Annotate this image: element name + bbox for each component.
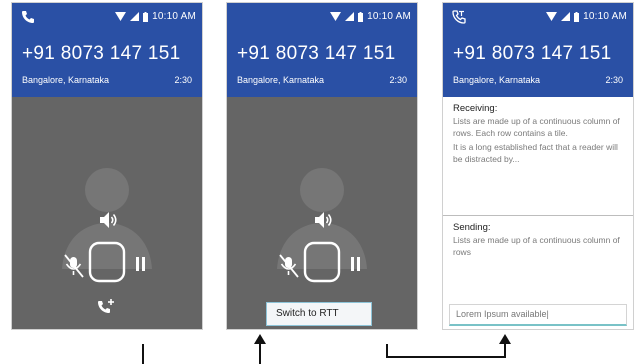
receiving-message: It is a long established fact that a rea…: [453, 142, 618, 165]
call-controls: [279, 212, 360, 283]
caller-location: Bangalore, Karnataka: [237, 75, 325, 85]
signal-icon: [345, 12, 355, 21]
battery-icon: [574, 11, 580, 22]
call-screen-2: 10:10 AM +91 8073 147 151 Bangalore, Kar…: [227, 3, 417, 329]
call-duration: 2:30: [174, 75, 192, 85]
call-duration: 2:30: [605, 75, 623, 85]
receiving-section: Receiving: Lists are made up of a contin…: [443, 97, 633, 215]
switch-to-rtt-option[interactable]: Switch to RTT: [266, 302, 372, 326]
caller-location: Bangalore, Karnataka: [22, 75, 110, 85]
call-screen-1: 10:10 AM +91 8073 147 151 Bangalore, Kar…: [12, 3, 202, 329]
rtt-screen: 10:10 AM +91 8073 147 151 Bangalore, Kar…: [443, 3, 633, 329]
speaker-icon[interactable]: [100, 212, 117, 228]
receiving-message: Lists are made up of a continuous column…: [453, 116, 620, 138]
rtt-toggle-button[interactable]: [303, 241, 341, 283]
signal-icon: [130, 12, 140, 21]
call-header: 10:10 AM +91 8073 147 151 Bangalore, Kar…: [12, 3, 202, 97]
call-controls: [64, 212, 145, 313]
caller-number: +91 8073 147 151: [453, 43, 612, 64]
rtt-call-icon: [452, 10, 466, 24]
status-bar: 10:10 AM: [12, 3, 202, 31]
call-duration: 2:30: [389, 75, 407, 85]
caller-location: Bangalore, Karnataka: [453, 75, 541, 85]
status-bar: 10:10 AM: [443, 3, 633, 31]
pause-icon[interactable]: [136, 257, 145, 271]
status-indicators: 10:10 AM: [115, 11, 196, 22]
sending-message: Lists are made up of a continuous column…: [453, 235, 620, 257]
battery-icon: [143, 11, 149, 22]
connector-arrow: [386, 342, 506, 358]
status-indicators: 10:10 AM: [330, 11, 411, 22]
arrowhead: [254, 334, 266, 344]
status-indicators: 10:10 AM: [546, 11, 627, 22]
status-time: 10:10 AM: [152, 11, 196, 22]
wifi-icon: [330, 12, 342, 21]
phone-icon: [22, 11, 34, 23]
rtt-message-input[interactable]: Lorem Ipsum available|: [449, 304, 627, 326]
caller-number: +91 8073 147 151: [237, 43, 396, 64]
caller-number: +91 8073 147 151: [22, 43, 181, 64]
rtt-toggle-button[interactable]: [88, 241, 126, 283]
call-header: 10:10 AM +91 8073 147 151 Bangalore, Kar…: [443, 3, 633, 97]
arrowhead: [499, 334, 511, 344]
add-call-icon[interactable]: [98, 299, 114, 313]
call-header: 10:10 AM +91 8073 147 151 Bangalore, Kar…: [227, 3, 417, 97]
mute-icon[interactable]: [279, 254, 299, 278]
receiving-label: Receiving:: [453, 103, 498, 114]
status-time: 10:10 AM: [583, 11, 627, 22]
status-bar: 10:10 AM: [227, 3, 417, 31]
signal-icon: [561, 12, 571, 21]
battery-icon: [358, 11, 364, 22]
speaker-icon[interactable]: [315, 212, 332, 228]
wifi-icon: [115, 12, 127, 21]
wifi-icon: [546, 12, 558, 21]
rtt-transcript: Receiving: Lists are made up of a contin…: [443, 97, 633, 329]
sending-section: Sending: Lists are made up of a continuo…: [443, 215, 633, 300]
sending-label: Sending:: [453, 222, 491, 233]
mute-icon[interactable]: [64, 254, 84, 278]
status-time: 10:10 AM: [367, 11, 411, 22]
pause-icon[interactable]: [351, 257, 360, 271]
